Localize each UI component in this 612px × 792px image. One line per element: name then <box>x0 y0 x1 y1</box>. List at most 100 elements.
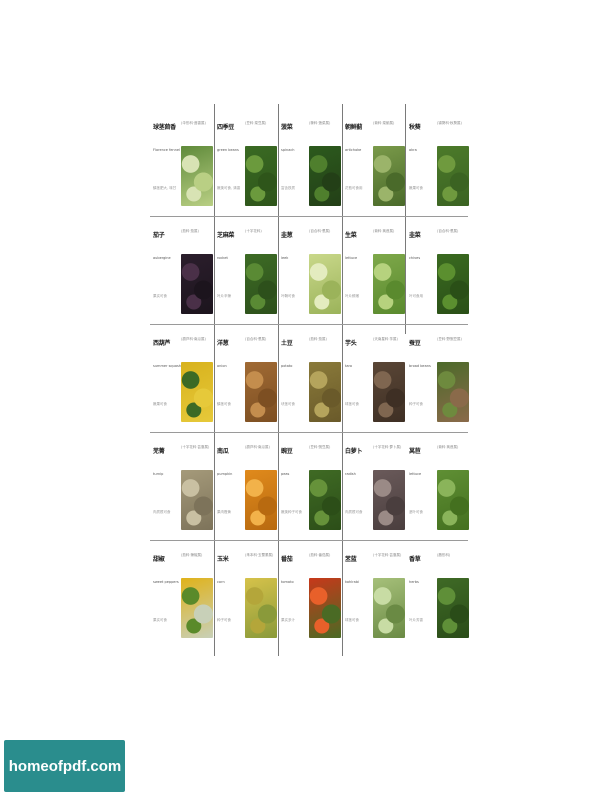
vegetable-latin-name: spinach <box>281 148 295 152</box>
vegetable-name: 球茎茴香 <box>153 124 176 131</box>
vegetable-description: 叶可食用 <box>409 294 423 298</box>
vegetable-entry: 洋葱 (百合科·葱属) onion 鳞茎可食 <box>215 322 277 426</box>
vegetable-latin-name: lettuce <box>345 256 358 260</box>
vegetable-chart-sheet: 球茎茴香 (伞形科·茴香属) Florence fennel 鳞茎肥大, 味甘 四季豆 (… <box>150 104 469 656</box>
vegetable-latin-name: turnip <box>153 472 164 476</box>
vegetable-note: (十字花科·芸薹属) <box>373 553 402 557</box>
artichoke-photo <box>373 146 405 206</box>
watermark-logo[interactable]: homeofpdf.com <box>4 740 125 792</box>
vegetable-entry: 朝鲜蓟 (菊科·菜蓟属) artichoke 花苞可食用 <box>343 106 405 210</box>
column-divider <box>405 104 406 334</box>
vegetable-entry: 苤蓝 (十字花科·芸薹属) kohlrabi 球茎可食 <box>343 538 405 642</box>
vegetable-latin-name: radish <box>345 472 356 476</box>
vegetable-entry: 芋头 (天南星科·芋属) taro 球茎可食 <box>343 322 405 426</box>
onion-photo <box>245 362 277 422</box>
pumpkin-photo <box>245 470 277 530</box>
vegetable-note: (藜科·菠菜属) <box>309 121 331 125</box>
vegetable-latin-name: herbs <box>409 580 419 584</box>
vegetable-note: (茄科·茄属) <box>309 337 327 341</box>
vegetable-name: 豌豆 <box>281 448 293 455</box>
vegetable-name: 番茄 <box>281 556 293 563</box>
vegetable-latin-name: tomato <box>281 580 294 584</box>
vegetable-name: 芜菁 <box>153 448 165 455</box>
vegetable-latin-name: green beans <box>217 148 239 152</box>
vegetable-note: (豆科·野豌豆属) <box>437 337 462 341</box>
vegetable-name: 芋头 <box>345 340 357 347</box>
vegetable-latin-name: corn <box>217 580 225 584</box>
vegetable-latin-name: aubergine <box>153 256 171 260</box>
vegetable-latin-name: taro <box>345 364 353 368</box>
vegetable-note: (禾本科·玉蜀黍属) <box>245 553 274 557</box>
vegetable-note: (葫芦科·南瓜属) <box>181 337 206 341</box>
turnip-photo <box>181 470 213 530</box>
vegetable-description: 叶鞘可食 <box>281 294 295 298</box>
vegetable-note: (茄科·番茄属) <box>309 553 331 557</box>
vegetable-name: 玉米 <box>217 556 229 563</box>
vegetable-entry: 芝麻菜 (十字花科) rocket 叶片辛辣 <box>215 214 277 318</box>
vegetable-latin-name: rocket <box>217 256 228 260</box>
fennel-photo <box>181 146 213 206</box>
vegetable-entry: 甜椒 (茄科·辣椒属) sweet peppers 果实可食 <box>151 538 213 642</box>
vegetable-entry: 番茄 (茄科·番茄属) tomato 果实多汁 <box>279 538 341 642</box>
corn-photo <box>245 578 277 638</box>
vegetable-note: (十字花科) <box>245 229 262 233</box>
vegetable-note: (菊科·莴苣属) <box>373 229 395 233</box>
romaine-photo <box>437 470 469 530</box>
vegetable-entry: 西葫芦 (葫芦科·南瓜属) summer squash 嫩果可食 <box>151 322 213 426</box>
vegetable-entry: 韭葱 (百合科·葱属) leek 叶鞘可食 <box>279 214 341 318</box>
tomato-photo <box>309 578 341 638</box>
vegetable-description: 果实可食 <box>153 618 167 622</box>
vegetable-name: 白萝卜 <box>345 448 363 455</box>
rocket-photo <box>245 254 277 314</box>
vegetable-latin-name: summer squash <box>153 364 181 368</box>
vegetable-note: (十字花科·萝卜属) <box>373 445 402 449</box>
vegetable-latin-name: sweet peppers <box>153 580 179 584</box>
vegetable-name: 朝鲜蓟 <box>345 124 363 131</box>
vegetable-latin-name: onion <box>217 364 227 368</box>
vegetable-name: 秋葵 <box>409 124 421 131</box>
aubergine-photo <box>181 254 213 314</box>
leek-photo <box>309 254 341 314</box>
lettuce-photo <box>373 254 405 314</box>
taro-photo <box>373 362 405 422</box>
svg-text:homeofpdf.com: homeofpdf.com <box>8 758 121 775</box>
vegetable-entry: 蚕豆 (豆科·野豌豆属) broad beans 种子可食 <box>407 322 469 426</box>
vegetable-note: (葫芦科·南瓜属) <box>245 445 270 449</box>
vegetable-note: (茄科·茄属) <box>181 229 199 233</box>
vegetable-entry: 莴苣 (菊科·莴苣属) lettuce 茎叶可食 <box>407 430 469 534</box>
vegetable-note: (百合科·葱属) <box>309 229 331 233</box>
vegetable-name: 生菜 <box>345 232 357 239</box>
squash-photo <box>181 362 213 422</box>
vegetable-entry: 菠菜 (藜科·菠菜属) spinach 富含铁质 <box>279 106 341 210</box>
vegetable-name: 西葫芦 <box>153 340 171 347</box>
vegetable-description: 块茎可食 <box>281 402 295 406</box>
vegetable-description: 嫩荚可食, 清香 <box>217 186 241 190</box>
vegetable-entry: 秋葵 (锦葵科·秋葵属) okra 嫩果可食 <box>407 106 469 210</box>
green-beans-photo <box>245 146 277 206</box>
vegetable-description: 肉质根可食 <box>345 510 363 514</box>
vegetable-name: 四季豆 <box>217 124 235 131</box>
vegetable-name: 韭菜 <box>409 232 421 239</box>
vegetable-description: 富含铁质 <box>281 186 295 190</box>
vegetable-latin-name: pumpkin <box>217 472 233 476</box>
vegetable-name: 茄子 <box>153 232 165 239</box>
vegetable-entry: 玉米 (禾本科·玉蜀黍属) corn 种子可食 <box>215 538 277 642</box>
vegetable-description: 种子可食 <box>409 402 423 406</box>
vegetable-note: (菊科·莴苣属) <box>437 445 459 449</box>
radish-photo <box>373 470 405 530</box>
vegetable-note: (唇形科) <box>437 553 451 557</box>
herbs-photo <box>437 578 469 638</box>
vegetable-description: 花苞可食用 <box>345 186 363 190</box>
vegetable-latin-name: kohlrabi <box>345 580 360 584</box>
vegetable-note: (百合科·葱属) <box>245 337 267 341</box>
vegetable-name: 韭葱 <box>281 232 293 239</box>
vegetable-latin-name: artichoke <box>345 148 362 152</box>
vegetable-name: 甜椒 <box>153 556 165 563</box>
vegetable-description: 果实可食 <box>153 294 167 298</box>
vegetable-note: (豆科·菜豆属) <box>245 121 267 125</box>
vegetable-description: 鳞茎可食 <box>217 402 231 406</box>
vegetable-entry: 豌豆 (豆科·豌豆属) peas 嫩荚种子可食 <box>279 430 341 534</box>
vegetable-description: 嫩果可食 <box>153 402 167 406</box>
kohlrabi-photo <box>373 578 405 638</box>
vegetable-note: (茄科·辣椒属) <box>181 553 203 557</box>
